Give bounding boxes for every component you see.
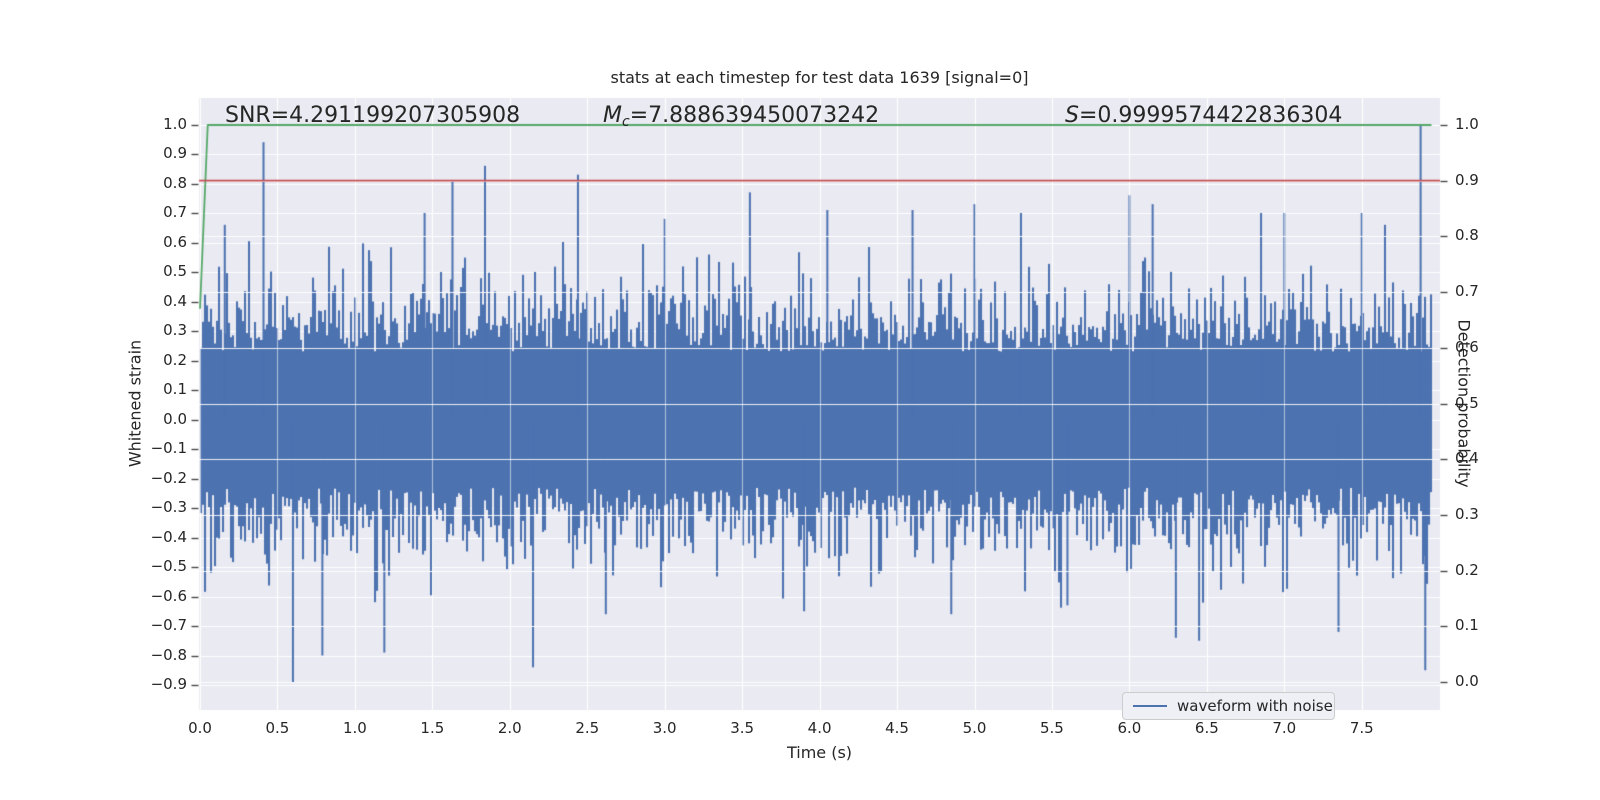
tick-label: −0.3 <box>150 498 187 516</box>
legend-label: waveform with noise <box>1177 697 1333 715</box>
tick-label: 0.8 <box>1455 226 1479 245</box>
tick-label: 0.4 <box>163 291 187 310</box>
tick-label: 0.1 <box>163 380 187 398</box>
tick-label: 2.5 <box>575 719 600 737</box>
tick-label: 0.0 <box>188 719 212 737</box>
tick-label: 0.2 <box>163 350 187 369</box>
tick-label: 0.9 <box>163 144 187 162</box>
tick-label: 0.7 <box>1455 282 1479 301</box>
tick-label: 1.0 <box>163 114 187 133</box>
tick-label: −0.9 <box>150 675 187 693</box>
x-axis-label: Time (s) <box>786 743 853 762</box>
annotation-s-value: =0.9999574422836304 <box>1078 103 1343 128</box>
tick-label: 0.4 <box>1455 449 1479 468</box>
tick-label: 3.5 <box>730 719 755 737</box>
annotation-s-symbol: S <box>1065 103 1079 128</box>
tick-label: 0.3 <box>1455 504 1479 523</box>
tick-label: 0.5 <box>163 262 187 280</box>
tick-label: 0.9 <box>1455 170 1479 189</box>
legend-waveform-line-sample <box>1133 705 1167 707</box>
tick-label: 0.5 <box>265 719 290 737</box>
tick-label: 4.0 <box>807 719 832 737</box>
tick-label: −0.7 <box>150 616 187 634</box>
tick-label: 4.5 <box>885 719 909 737</box>
tick-label: 0.1 <box>1455 616 1479 635</box>
tick-label: 1.5 <box>420 719 445 737</box>
tick-label: −0.4 <box>150 527 187 546</box>
tick-label: 2.0 <box>497 719 522 737</box>
tick-label: −0.6 <box>150 586 187 605</box>
tick-label: 3.0 <box>652 719 677 737</box>
annotation-snr: SNR=4.291199207305908 <box>225 103 520 128</box>
tick-label: 0.6 <box>1455 337 1479 356</box>
tick-label: 1.0 <box>1455 115 1479 133</box>
figure: stats at each timestep for test data 163… <box>0 0 1600 800</box>
tick-label: 1.0 <box>342 719 367 737</box>
tick-label: 6.0 <box>1117 719 1142 737</box>
tick-label: −0.1 <box>150 439 187 457</box>
tick-label: 7.0 <box>1272 719 1297 737</box>
tick-label: 5.0 <box>962 719 987 737</box>
tick-label: 0.0 <box>1455 672 1479 690</box>
annotation-mc-value: =7.888639450073242 <box>629 103 880 128</box>
annotation-mc-subscript: c <box>621 114 630 130</box>
tick-label: 0.0 <box>163 409 187 428</box>
chart-title: stats at each timestep for test data 163… <box>610 68 1029 87</box>
tick-label: 0.3 <box>163 321 187 339</box>
tick-label: 7.5 <box>1349 719 1374 737</box>
tick-label: 0.8 <box>163 173 187 192</box>
tick-label: 0.7 <box>163 203 187 221</box>
tick-label: 0.6 <box>163 232 187 251</box>
tick-label: −0.5 <box>150 557 187 575</box>
annotation-mc-symbol: M <box>603 103 622 128</box>
annotation-chirp-mass: Mc=7.888639450073242 <box>603 103 879 130</box>
tick-label: −0.8 <box>150 645 187 664</box>
annotation-significance: S=0.9999574422836304 <box>1065 103 1342 128</box>
annotation-snr-text: SNR=4.291199207305908 <box>225 103 521 128</box>
tick-label: 6.5 <box>1194 719 1219 737</box>
legend: waveform with noise <box>1122 692 1335 720</box>
tick-label: 0.5 <box>1455 393 1479 412</box>
tick-label: 0.2 <box>1455 560 1479 579</box>
tick-label: 5.5 <box>1040 719 1064 737</box>
tick-label: −0.2 <box>150 468 187 487</box>
